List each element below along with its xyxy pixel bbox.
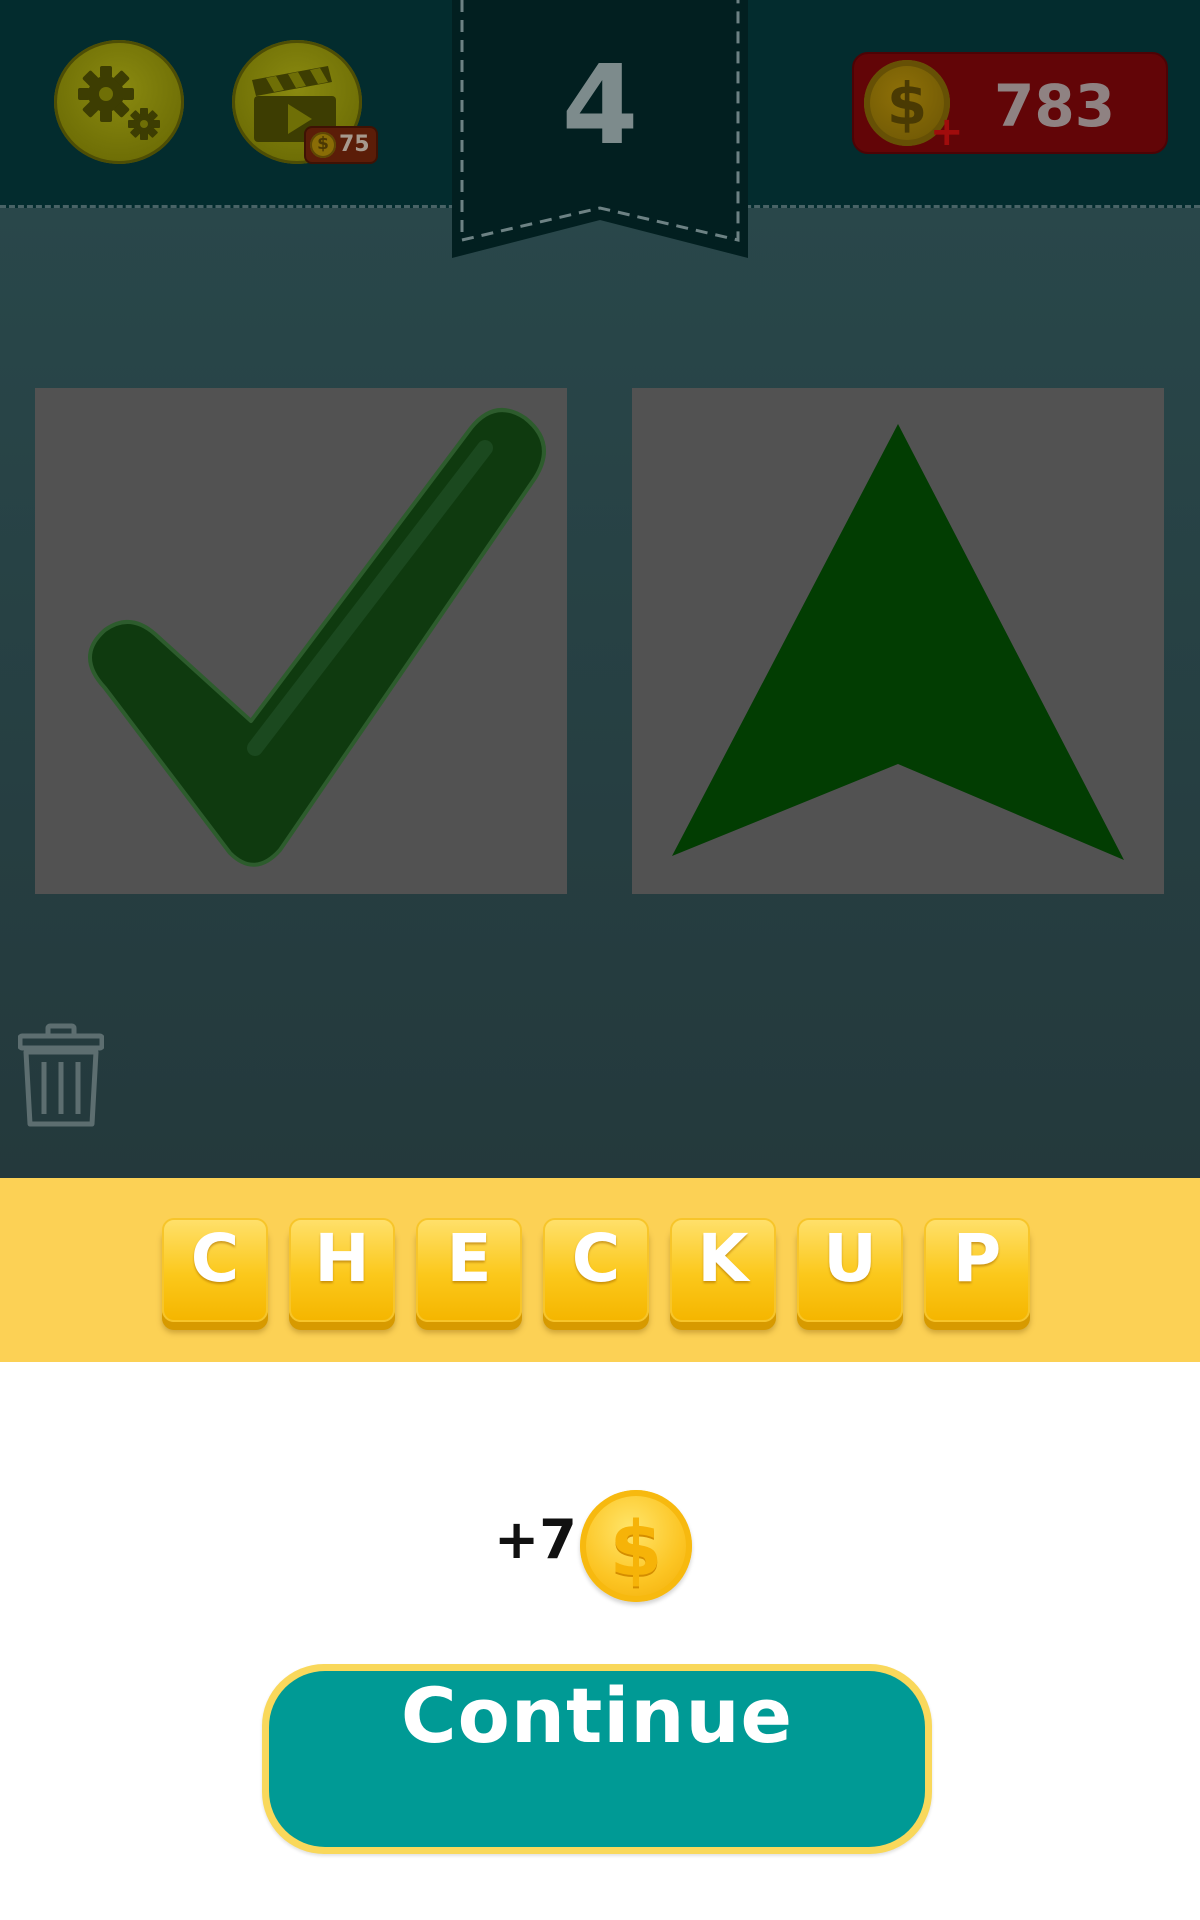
dollar-coin-icon: $ <box>310 132 336 158</box>
answer-letter-tile[interactable]: P <box>924 1218 1030 1322</box>
answer-letter: C <box>571 1220 621 1297</box>
answer-letter-tile[interactable]: C <box>543 1218 649 1322</box>
video-reward-amount: 75 <box>339 132 370 157</box>
continue-button[interactable]: Continue <box>262 1664 932 1854</box>
reward-amount: +7 <box>494 1508 577 1571</box>
settings-button[interactable] <box>54 40 184 164</box>
video-reward-badge: $ 75 <box>304 126 378 164</box>
level-number: 4 <box>561 41 639 169</box>
answer-letter: H <box>314 1220 370 1297</box>
coin-count: 783 <box>994 72 1116 140</box>
gear-icon <box>78 66 160 140</box>
coin-balance[interactable]: $ + 783 <box>852 52 1168 154</box>
plus-icon: + <box>930 109 964 155</box>
continue-label: Continue <box>400 1671 794 1760</box>
answer-letter-tile[interactable]: H <box>289 1218 395 1322</box>
trash-icon[interactable] <box>18 1022 104 1130</box>
answer-letter-tile[interactable]: K <box>670 1218 776 1322</box>
continue-button-face[interactable]: Continue <box>269 1671 925 1847</box>
answer-letter: U <box>823 1220 877 1297</box>
answer-letter-tile[interactable]: E <box>416 1218 522 1322</box>
answer-letter: P <box>952 1220 1002 1297</box>
answer-letter-tile[interactable]: C <box>162 1218 268 1322</box>
answer-letter: E <box>446 1220 492 1297</box>
dollar-coin-icon: $ <box>580 1490 692 1602</box>
up-arrow-icon <box>672 424 1124 860</box>
clue-picture-up-arrow <box>632 388 1164 894</box>
game-board: $ 75 4 $ + 783 <box>0 0 1200 1178</box>
coin-symbol: $ <box>609 1504 663 1593</box>
clue-picture-check-mark <box>35 388 567 894</box>
check-mark-icon <box>88 408 546 867</box>
answer-letter: C <box>190 1220 240 1297</box>
answer-letter: K <box>697 1220 749 1297</box>
coin-symbol: $ <box>317 134 329 154</box>
answer-letter-tile[interactable]: U <box>797 1218 903 1322</box>
